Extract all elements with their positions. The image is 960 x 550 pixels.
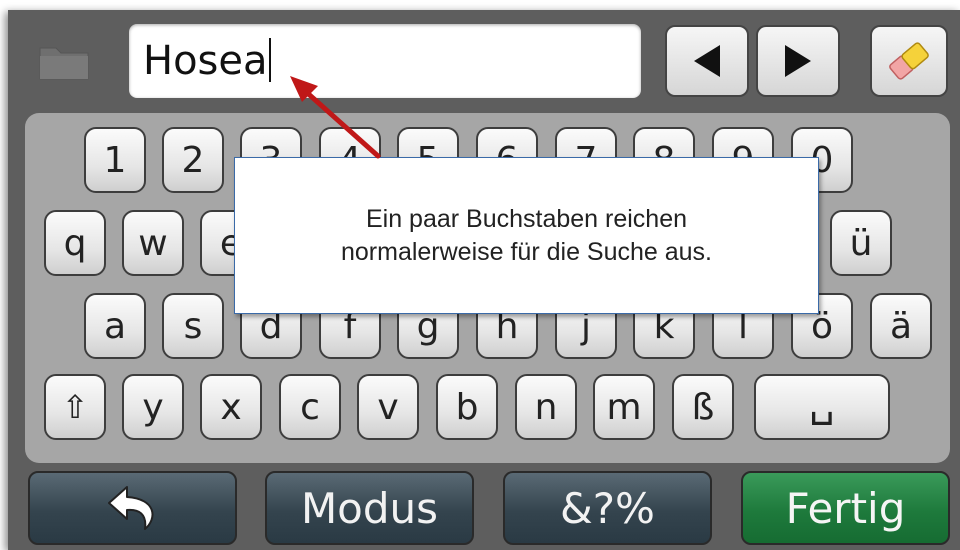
key-n[interactable]: n [515,374,577,440]
mode-button[interactable]: Modus [265,471,474,545]
key-ue[interactable]: ü [830,210,892,276]
space-key[interactable]: ␣ [754,374,890,440]
callout-box: Ein paar Buchstaben reichen normalerweis… [234,157,819,314]
key-w[interactable]: w [122,210,184,276]
arrow-left-icon [694,45,720,77]
key-a[interactable]: a [84,293,146,359]
callout-line-2: normalerweise für die Suche aus. [340,237,713,266]
cursor-right-button[interactable] [756,25,840,97]
key-q[interactable]: q [44,210,106,276]
back-arrow-icon [107,486,153,530]
search-input[interactable]: Hosea [129,24,641,98]
key-sz[interactable]: ß [672,374,734,440]
key-m[interactable]: m [593,374,655,440]
erase-button[interactable] [870,25,948,97]
back-button[interactable] [28,471,237,545]
search-value: Hosea [143,38,268,84]
shift-key[interactable]: ⇧ [44,374,106,440]
cursor-left-button[interactable] [665,25,749,97]
key-ae[interactable]: ä [870,293,932,359]
folder-icon[interactable] [38,40,92,82]
space-icon: ␣ [809,380,835,426]
key-b[interactable]: b [436,374,498,440]
shift-icon: ⇧ [61,388,89,426]
callout-line-1: Ein paar Buchstaben reichen [365,204,688,233]
symbols-button[interactable]: &?% [503,471,712,545]
eraser-icon [889,42,929,80]
key-v[interactable]: v [357,374,419,440]
done-button[interactable]: Fertig [741,471,950,545]
key-y[interactable]: y [122,374,184,440]
text-caret [268,38,271,82]
key-c[interactable]: c [279,374,341,440]
key-1[interactable]: 1 [84,127,146,193]
key-2[interactable]: 2 [162,127,224,193]
arrow-right-icon [785,45,811,77]
key-s[interactable]: s [162,293,224,359]
key-x[interactable]: x [200,374,262,440]
